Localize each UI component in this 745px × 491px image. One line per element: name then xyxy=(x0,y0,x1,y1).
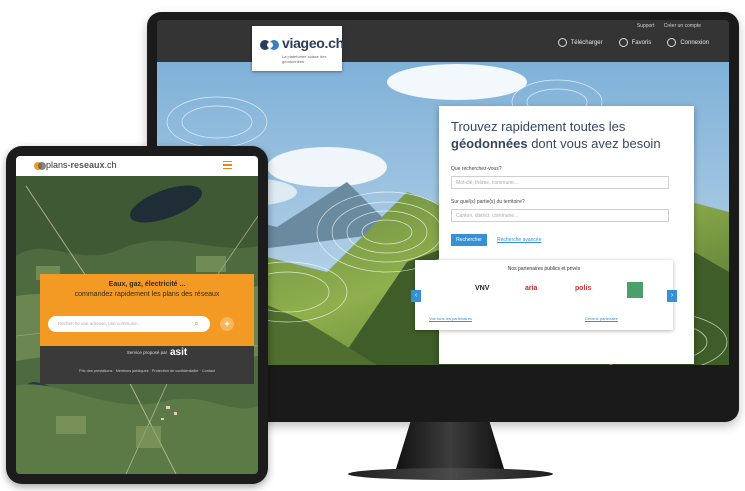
search-icon[interactable]: ⌕ xyxy=(194,318,199,329)
address-search-input[interactable]: Recherche une adresse, une commune... xyxy=(48,316,210,332)
advanced-search-link[interactable]: Recherche avancée xyxy=(497,237,541,243)
top-links: Support Créer un compte xyxy=(629,23,701,29)
logo-prefix: plans- xyxy=(46,160,71,170)
logo-bold: reseaux xyxy=(70,160,105,170)
plans-reseaux-logo[interactable]: plans-reseaux.ch xyxy=(46,160,117,170)
tablet-search-panel: Eaux, gaz, électricité ... commandez rap… xyxy=(40,274,254,346)
viageo-logo-text: viageo.ch xyxy=(282,35,344,51)
search-card-title: Trouvez rapidement toutes les géodonnées… xyxy=(451,118,686,152)
keyword-input[interactable]: Mot-clé, thème, commune... xyxy=(451,176,669,189)
tablet-device: plans-reseaux.ch Eaux, gaz, électricité … xyxy=(6,146,268,484)
viageo-logo-tagline: La plateforme suisse des géodonnées xyxy=(282,54,327,64)
logo-suffix: .ch xyxy=(104,160,117,170)
locate-me-icon[interactable]: ✦ xyxy=(220,317,234,331)
title-rest: dont vous avez besoin xyxy=(527,136,661,151)
nav-login-label: Connexion xyxy=(680,39,709,46)
monitor-stand-base xyxy=(348,468,553,480)
tablet-subheadline: commandez rapidement les plans des résea… xyxy=(74,291,220,298)
nav-download[interactable]: Télécharger xyxy=(557,38,603,47)
hamburger-menu-icon[interactable] xyxy=(223,161,232,169)
keyword-label: Que recherchez-vous? xyxy=(451,166,502,172)
partner-logo-2[interactable]: aria xyxy=(525,285,537,292)
top-nav: Télécharger Favoris Connexion xyxy=(557,38,709,47)
tablet-footer-panel: Service proposé par asit Prix des presta… xyxy=(40,346,254,384)
carousel-next-button[interactable]: › xyxy=(667,290,677,302)
asit-logo[interactable]: asit xyxy=(170,347,187,358)
support-link[interactable]: Support xyxy=(637,23,655,29)
partners-carousel: Nos partenaires publics et privés ‹ › VN… xyxy=(411,260,677,330)
nav-favorites[interactable]: Favoris xyxy=(618,38,652,47)
tablet-screen: plans-reseaux.ch Eaux, gaz, électricité … xyxy=(16,156,258,474)
partner-logo-3[interactable]: polis xyxy=(575,285,591,292)
viageo-logo[interactable]: viageo.ch La plateforme suisse des géodo… xyxy=(252,26,344,71)
tablet-header: plans-reseaux.ch xyxy=(16,156,258,176)
carousel-prev-button[interactable]: ‹ xyxy=(411,290,421,302)
powered-by-text: Service proposé par xyxy=(40,350,254,355)
tablet-footer-links[interactable]: Prix des prestations · Mentions juridiqu… xyxy=(40,369,254,373)
territory-input[interactable]: Canton, district, commune... xyxy=(451,209,669,222)
all-partners-link[interactable]: Voir tous les partenaires xyxy=(429,316,472,321)
become-partner-link[interactable]: Devenir partenaire xyxy=(585,316,618,321)
nav-login[interactable]: Connexion xyxy=(667,38,709,47)
monitor-stand-neck xyxy=(395,422,505,472)
title-bold: géodonnées xyxy=(451,136,528,151)
star-icon xyxy=(618,38,628,47)
nav-favorites-label: Favoris xyxy=(631,39,652,46)
territory-label: Sur quel(s) partie(s) du territoire? xyxy=(451,199,525,205)
nav-download-label: Télécharger xyxy=(570,39,603,46)
desktop-topbar: Support Créer un compte Télécharger Favo… xyxy=(157,20,729,62)
search-button[interactable]: Rechercher xyxy=(451,234,487,246)
partner-logo-4-icon[interactable] xyxy=(627,282,643,298)
viageo-logo-icon xyxy=(260,40,279,50)
title-line1: Trouvez rapidement toutes les xyxy=(451,119,626,134)
powered-by-label: Service proposé par xyxy=(126,350,168,355)
create-account-link[interactable]: Créer un compte xyxy=(664,23,701,29)
partner-logo-1[interactable]: VNV xyxy=(475,285,489,292)
tablet-headline: Eaux, gaz, électricité ... xyxy=(108,281,186,288)
plans-reseaux-logo-icon xyxy=(34,162,46,170)
download-icon xyxy=(557,38,567,47)
user-icon xyxy=(667,38,677,47)
partners-title: Nos partenaires publics et privés xyxy=(507,266,581,272)
